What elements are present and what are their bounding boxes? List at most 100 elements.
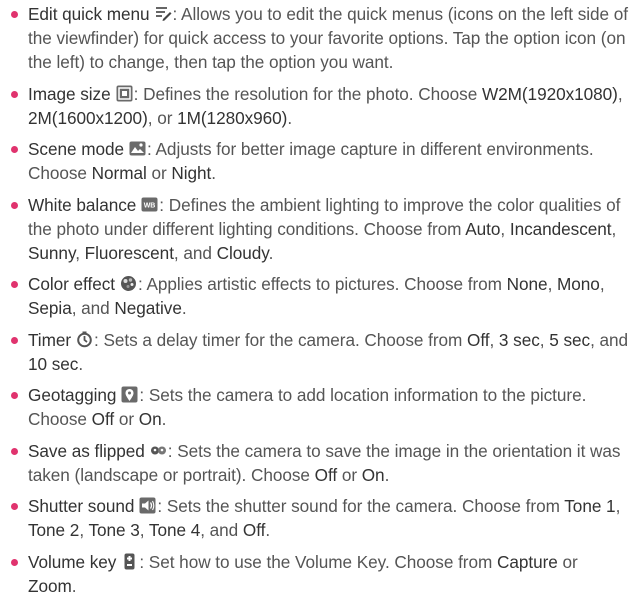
option-value: Cloudy [216,242,269,263]
bullet [11,281,18,288]
description-text: . [265,520,271,540]
description-text: . [78,353,84,374]
bullet [11,336,18,344]
bullet [11,201,18,209]
option-value: Capture [496,551,558,572]
option-value: Night [171,163,212,183]
description-text: , and [71,298,115,318]
option-value: On [361,464,385,485]
option-value: Auto [465,218,501,239]
description-text: : Sets the shutter sound for the camera.… [157,496,565,516]
description-text: . [384,464,390,485]
list-item: Timer : Sets a delay timer for the camera… [8,328,630,376]
description-text: . [181,298,187,318]
option-value: 3 sec [498,329,540,350]
description-text: or [146,163,172,183]
description-text: , [615,496,621,516]
bullet [11,558,18,566]
option-value: On [138,409,162,429]
scene-mode-icon [129,140,146,157]
option-value: W2M(1920x1080) [481,83,618,104]
list-item: Save as flipped: Sets the camera to save… [8,439,630,487]
option-value: Tone 1 [564,496,616,516]
list-item: Color effect : Applies artistic effects t… [8,272,630,320]
description-text: , [539,329,550,350]
description-text: , [489,329,499,350]
bullet [11,447,18,455]
shutter-sound-icon [139,497,156,514]
option-value: Tone 2 [28,520,80,540]
list-item: Geotagging: Sets the camera to add locat… [8,383,630,431]
description-text: : Set how to use the Volume Key. Choose … [139,551,497,572]
description-text: : Applies artistic effects to pictures. … [137,274,507,294]
list-item: White balance WB: Defines the ambient lig… [8,193,630,265]
description-text: , [617,83,623,104]
description-text: . [287,107,293,128]
list-item: Edit quick menu: Allows you to edit the … [8,2,630,74]
option-value: Incandescent [509,218,612,239]
option-value: 5 sec [549,329,591,350]
option-value: Negative [114,298,182,318]
option-value: 1M(1280x960) [177,107,288,128]
timer-icon [76,331,93,348]
description-text: , and [590,329,629,350]
description-text: , [500,218,510,239]
option-value: Sepia [28,298,72,318]
bullet [11,11,18,18]
description-text: . [161,409,167,429]
description-text: , [599,274,605,294]
option-title: Volume key [28,551,117,572]
description-text: , [547,274,558,294]
option-title: Geotagging [28,385,117,405]
description-text: . [71,575,77,596]
option-value: Zoom [28,575,72,596]
image-size-icon [116,85,133,102]
list-item: Image size : Defines the resolution for t… [8,82,630,130]
color-effect-icon [120,275,137,292]
description-text: or [114,409,139,429]
description-text: : Sets a delay timer for the camera. Cho… [94,329,467,350]
description-text: or [557,551,578,572]
option-title: Shutter sound [28,496,135,516]
option-title: Edit quick menu [28,4,150,24]
list-item: Shutter sound : Sets the shutter sound fo… [8,494,630,542]
option-value: Fluorescent [84,242,174,263]
option-value: 10 sec [28,353,79,374]
option-title: White balance [28,194,137,215]
description-text: , [611,218,617,239]
option-title: Timer [28,329,72,350]
option-value: Sunny [28,242,76,263]
description-text: , [75,242,85,263]
geotagging-icon [121,386,138,403]
option-title: Color effect [28,274,115,294]
svg-text:WB: WB [144,202,156,209]
option-value: Mono [557,274,600,294]
description-text: . [211,163,217,183]
description-text: , [139,520,149,540]
option-title: Scene mode [28,139,125,159]
option-title: Save as flipped [28,440,145,461]
edit-quick-menu-icon [155,5,172,22]
description-text: , or [147,107,178,128]
save-as-flipped-icon [150,442,167,459]
option-value: Off [314,464,338,485]
camera-options-list: Edit quick menu: Allows you to edit the … [0,2,638,598]
white-balance-icon: WB [141,196,158,213]
list-item: Scene mode: Adjusts for better image cap… [8,137,630,185]
option-value: 2M(1600x1200) [28,107,148,128]
option-value: Off [91,409,115,429]
option-value: Tone 4 [148,520,201,540]
description-text: : Defines the resolution for the photo. … [133,83,482,104]
bullet [11,503,18,510]
description-text: or [337,464,362,485]
option-title: Image size [28,83,111,104]
option-value: None [506,274,548,294]
bullet [11,146,18,153]
volume-key-icon [121,553,138,570]
option-value: Normal [91,163,147,183]
bullet [11,90,18,98]
description-text: , and [173,242,217,263]
option-value: Off [467,329,490,350]
description-text: . [268,242,274,263]
bullet [11,392,18,399]
